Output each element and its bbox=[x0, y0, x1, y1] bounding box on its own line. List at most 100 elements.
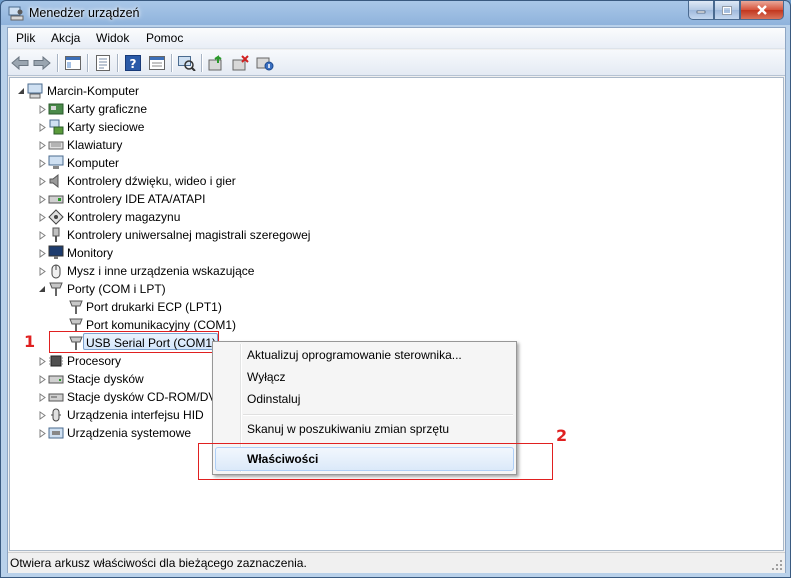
view-icon bbox=[149, 56, 165, 70]
tree-category-label: Kontrolery uniwersalnej magistrali szere… bbox=[67, 228, 311, 242]
minimize-button[interactable] bbox=[688, 1, 714, 20]
monitor-icon bbox=[48, 245, 64, 259]
help-button[interactable]: ? bbox=[123, 53, 143, 73]
resize-grip-icon[interactable] bbox=[771, 559, 783, 571]
expand-arrow-icon[interactable] bbox=[38, 177, 47, 186]
caption-buttons bbox=[688, 1, 784, 20]
window-title: Menedżer urządzeń bbox=[29, 6, 140, 20]
collapse-arrow-icon[interactable] bbox=[38, 285, 47, 294]
tree-category[interactable]: Klawiatury bbox=[10, 136, 310, 154]
expand-arrow-icon[interactable] bbox=[38, 267, 47, 276]
expand-arrow-icon[interactable] bbox=[38, 213, 47, 222]
computer-icon bbox=[27, 83, 43, 99]
tree-category[interactable]: Kontrolery magazynu bbox=[10, 208, 310, 226]
close-button[interactable] bbox=[740, 1, 784, 20]
tree-category[interactable]: Stacje dysków CD-ROM/DV bbox=[10, 388, 220, 406]
menu-item-disable[interactable]: Wyłącz bbox=[247, 370, 286, 384]
collapse-arrow-icon[interactable] bbox=[17, 87, 26, 96]
uninstall-button[interactable] bbox=[231, 53, 251, 73]
tree-category-label: Stacje dysków bbox=[67, 372, 144, 386]
tree-category[interactable]: Mysz i inne urządzenia wskazujące bbox=[10, 262, 310, 280]
cd-rom-icon bbox=[48, 393, 64, 402]
tree-category-label: Stacje dysków CD-ROM/DV bbox=[67, 390, 217, 404]
disk-drive-icon bbox=[48, 375, 64, 384]
tree-category[interactable]: Urządzenia systemowe bbox=[10, 424, 220, 442]
tree-category-label: Porty (COM i LPT) bbox=[67, 282, 166, 296]
show-hide-tree-button[interactable] bbox=[63, 53, 83, 73]
uninstall-icon bbox=[232, 55, 249, 71]
toolbar-separator bbox=[201, 54, 202, 72]
scan-hardware-icon bbox=[178, 56, 196, 71]
display-adapter-icon bbox=[48, 103, 64, 115]
tree-category-ports[interactable]: Porty (COM i LPT) bbox=[10, 280, 310, 298]
expand-arrow-icon[interactable] bbox=[38, 249, 47, 258]
properties-icon bbox=[96, 55, 110, 71]
tree-category[interactable]: Kontrolery dźwięku, wideo i gier bbox=[10, 172, 310, 190]
storage-controller-icon bbox=[48, 209, 64, 225]
expand-arrow-icon[interactable] bbox=[38, 195, 47, 204]
menu-pomoc[interactable]: Pomoc bbox=[146, 31, 183, 45]
toolbar-separator bbox=[57, 54, 58, 72]
annotation-box-1 bbox=[49, 331, 219, 353]
forward-icon bbox=[33, 56, 51, 70]
tree-category-label: Komputer bbox=[67, 156, 120, 170]
close-icon bbox=[757, 5, 767, 15]
tree-root[interactable]: Marcin-Komputer bbox=[10, 82, 310, 100]
menu-plik[interactable]: Plik bbox=[16, 31, 35, 45]
title-bar[interactable]: Menedżer urządzeń bbox=[1, 1, 790, 27]
expand-arrow-icon[interactable] bbox=[38, 429, 47, 438]
tree-category[interactable]: Karty graficzne bbox=[10, 100, 310, 118]
device-manager-icon bbox=[8, 6, 24, 21]
tree-category-label: Urządzenia systemowe bbox=[67, 426, 192, 440]
forward-button[interactable] bbox=[32, 53, 52, 73]
context-menu-separator bbox=[243, 414, 513, 415]
scan-hardware-button[interactable] bbox=[177, 53, 197, 73]
menu-item-uninstall[interactable]: Odinstaluj bbox=[247, 392, 300, 406]
tree-category[interactable]: Monitory bbox=[10, 244, 310, 262]
tree-category[interactable]: Urządzenia interfejsu HID bbox=[10, 406, 220, 424]
tree-device[interactable]: Port drukarki ECP (LPT1) bbox=[10, 298, 310, 316]
tree-category-label: Karty graficzne bbox=[67, 102, 148, 116]
update-driver-button[interactable] bbox=[207, 53, 227, 73]
status-bar: Otwiera arkusz właściwości dla bieżącego… bbox=[8, 552, 785, 573]
tree-category-label: Urządzenia interfejsu HID bbox=[67, 408, 204, 422]
toolbar: ? bbox=[8, 50, 785, 76]
menu-item-update-driver[interactable]: Aktualizuj oprogramowanie sterownika... bbox=[247, 348, 462, 362]
status-text: Otwiera arkusz właściwości dla bieżącego… bbox=[10, 556, 307, 570]
toolbar-separator bbox=[117, 54, 118, 72]
view-button[interactable] bbox=[147, 53, 167, 73]
menu-item-scan-hardware[interactable]: Skanuj w poszukiwaniu zmian sprzętu bbox=[247, 422, 449, 436]
annotation-number-1: 1 bbox=[24, 332, 36, 351]
tree-category-label: Kontrolery magazynu bbox=[67, 210, 181, 224]
expand-arrow-icon[interactable] bbox=[38, 357, 47, 366]
back-button[interactable] bbox=[10, 53, 30, 73]
expand-arrow-icon[interactable] bbox=[38, 393, 47, 402]
expand-arrow-icon[interactable] bbox=[38, 105, 47, 114]
svg-text:?: ? bbox=[130, 57, 137, 71]
annotation-number-2: 2 bbox=[556, 426, 568, 445]
tree-category[interactable]: Kontrolery uniwersalnej magistrali szere… bbox=[10, 226, 350, 244]
tree-category[interactable]: Kontrolery IDE ATA/ATAPI bbox=[10, 190, 310, 208]
annotation-box-2 bbox=[198, 443, 553, 480]
toolbar-separator bbox=[171, 54, 172, 72]
expand-arrow-icon[interactable] bbox=[38, 231, 47, 240]
processor-icon bbox=[49, 355, 63, 367]
port-icon bbox=[49, 282, 63, 296]
expand-arrow-icon[interactable] bbox=[38, 141, 47, 150]
maximize-button[interactable] bbox=[714, 1, 740, 20]
menu-widok[interactable]: Widok bbox=[96, 31, 129, 45]
tree-category-label: Klawiatury bbox=[67, 138, 123, 152]
disable-button[interactable] bbox=[255, 53, 275, 73]
disable-icon bbox=[256, 57, 274, 71]
expand-arrow-icon[interactable] bbox=[38, 411, 47, 420]
properties-button[interactable] bbox=[93, 53, 113, 73]
expand-arrow-icon[interactable] bbox=[38, 159, 47, 168]
expand-arrow-icon[interactable] bbox=[38, 375, 47, 384]
expand-arrow-icon[interactable] bbox=[38, 123, 47, 132]
tree-category[interactable]: Komputer bbox=[10, 154, 310, 172]
device-manager-window: Menedżer urządzeń Plik Akcja Widok Pomoc bbox=[0, 0, 791, 578]
ide-controller-icon bbox=[48, 195, 64, 204]
tree-category[interactable]: Karty sieciowe bbox=[10, 118, 310, 136]
client-area: Plik Akcja Widok Pomoc ? Marcin-Komputer… bbox=[7, 27, 786, 573]
menu-akcja[interactable]: Akcja bbox=[51, 31, 80, 45]
